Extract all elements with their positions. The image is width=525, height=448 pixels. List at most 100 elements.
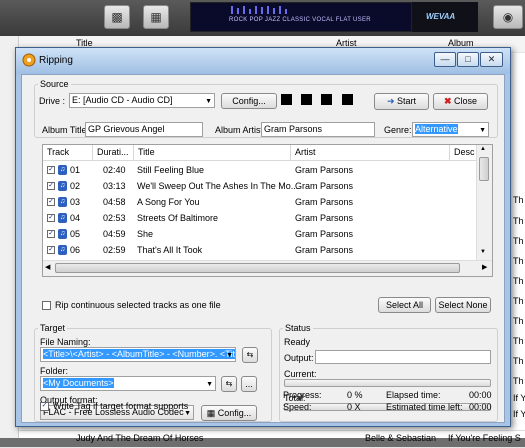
album-title-input[interactable]: GP Grievous Angel [85, 122, 203, 137]
eq-band[interactable] [261, 7, 263, 14]
status-state: Ready [284, 337, 311, 347]
select-none-button[interactable]: Select None [435, 297, 491, 313]
equalizer-panel: ROCK POP JAZZ CLASSIC VOCAL FLAT USER [190, 2, 412, 32]
ellipsis-icon: ... [245, 379, 253, 389]
eq-band[interactable] [237, 8, 239, 14]
eq-band[interactable] [285, 9, 287, 14]
scroll-up-icon[interactable]: ▲ [480, 146, 486, 152]
track-number: 01 [70, 165, 81, 175]
write-tag-label: Write Tag if target format supports [53, 401, 189, 411]
eq-band[interactable] [279, 6, 281, 14]
eq-band[interactable] [243, 6, 245, 14]
track-checkbox[interactable]: ✓ [47, 182, 55, 190]
table-row[interactable]: Judy And The Dream Of Horses Belle & Seb… [0, 430, 525, 448]
output-label: Output: [284, 353, 314, 363]
track-checkbox[interactable]: ✓ [47, 166, 55, 174]
track-artist: Gram Parsons [295, 181, 354, 191]
track-number: 02 [70, 181, 81, 191]
ripping-dialog: Ripping — □ ✕ Source Drive : E: [Audio C… [15, 47, 511, 427]
window-close-button[interactable]: ✕ [480, 52, 503, 67]
track-row[interactable]: ✓ ♫ 01 02:40 Still Feeling Blue Gram Par… [43, 162, 483, 178]
track-row[interactable]: ✓ ♫ 02 03:13 We'll Sweep Out The Ashes I… [43, 178, 483, 194]
file-naming-select[interactable]: <Title>\<Artist> - <AlbumTitle> - <Numbe… [40, 347, 236, 362]
row-edge: Th [513, 276, 524, 286]
eq-band[interactable] [273, 8, 275, 14]
dialog-titlebar[interactable]: Ripping — □ ✕ [16, 48, 510, 74]
eq-band[interactable] [267, 6, 269, 14]
elapsed-value: 00:00 [469, 390, 492, 400]
album-artist-label: Album Artist: [215, 125, 266, 135]
track-artist: Gram Parsons [295, 165, 354, 175]
eq-band[interactable] [249, 9, 251, 14]
audio-file-icon: ♫ [58, 245, 67, 255]
track-artist: Gram Parsons [295, 229, 354, 239]
tracks-horizontal-scrollbar[interactable]: ◀ ▶ [43, 260, 492, 276]
track-checkbox[interactable]: ✓ [47, 246, 55, 254]
track-title: Streets Of Baltimore [137, 213, 219, 223]
audio-file-icon: ♫ [58, 165, 67, 175]
browse-folder-button[interactable]: ... [241, 376, 257, 392]
eq-band[interactable] [255, 6, 257, 14]
scroll-left-icon[interactable]: ◀ [45, 263, 50, 271]
row-artist: Belle & Sebastian [365, 433, 437, 443]
album-artist-input[interactable]: Gram Parsons [261, 122, 375, 137]
track-row[interactable]: ✓ ♫ 04 02:53 Streets Of Baltimore Gram P… [43, 210, 483, 226]
column-header-duration[interactable]: Durati... [93, 145, 134, 161]
write-tag-checkbox[interactable]: ✓ [40, 402, 49, 411]
toolbar-headphones-button[interactable]: ◉ [493, 5, 523, 29]
track-checkbox[interactable]: ✓ [47, 214, 55, 222]
column-header-title[interactable]: Title [134, 145, 291, 161]
minimize-button[interactable]: — [434, 52, 456, 67]
track-checkbox[interactable]: ✓ [47, 230, 55, 238]
eq-band[interactable] [231, 6, 233, 14]
tracks-table[interactable]: Track Durati... Title Artist Desc ✓ ♫ 01… [42, 144, 493, 277]
device-icon: ▦ [150, 10, 162, 24]
drive-select[interactable]: E: [Audio CD - Audio CD] ▼ [69, 93, 215, 108]
eq-logo-text: WEVAA [426, 12, 456, 21]
sliders-icon: ▩ [111, 10, 123, 24]
maximize-button[interactable]: □ [457, 52, 479, 67]
track-row[interactable]: ✓ ♫ 06 02:59 That's All It Took Gram Par… [43, 242, 483, 258]
chevron-down-icon: ▼ [479, 127, 486, 134]
folder-options-button[interactable]: ⇆ [221, 376, 237, 392]
genre-select[interactable]: Alternative ▼ [412, 122, 489, 137]
column-header-artist[interactable]: Artist [291, 145, 450, 161]
audio-file-icon: ♫ [58, 197, 67, 207]
eq-preset-list[interactable]: ROCK POP JAZZ CLASSIC VOCAL FLAT USER [229, 17, 371, 23]
scrollbar-thumb[interactable] [55, 263, 460, 273]
rip-continuous-checkbox[interactable] [42, 301, 51, 310]
tracks-vertical-scrollbar[interactable]: ▲ ▼ [476, 145, 492, 261]
audio-file-icon: ♫ [58, 229, 67, 239]
select-all-button[interactable]: Select All [378, 297, 431, 313]
scroll-right-icon[interactable]: ▶ [482, 263, 487, 271]
column-header-track[interactable]: Track [43, 145, 93, 161]
format-config-label: Config... [217, 408, 252, 418]
drive-value: E: [Audio CD - Audio CD] [72, 95, 173, 105]
row-edge: Th [513, 216, 524, 226]
row-edge: If You're Feeling S [513, 393, 525, 403]
scrollbar-thumb[interactable] [479, 157, 489, 181]
drive-label: Drive : [39, 96, 66, 106]
toolbar-calculator-button[interactable]: ▦ [143, 5, 169, 29]
track-row[interactable]: ✓ ♫ 03 04:58 A Song For You Gram Parsons [43, 194, 483, 210]
track-duration: 02:40 [103, 165, 126, 175]
elapsed-label: Elapsed time: [386, 390, 441, 400]
toolbar-ripper-button[interactable]: ▩ [104, 5, 130, 29]
track-title: A Song For You [137, 197, 200, 207]
format-config-button[interactable]: ▦ Config... [201, 405, 257, 421]
close-button[interactable]: ✖ Close [433, 93, 488, 110]
drive-config-button[interactable]: Config... [221, 93, 277, 109]
file-naming-options-button[interactable]: ⇆ [242, 347, 258, 363]
track-artist: Gram Parsons [295, 213, 354, 223]
close-icon: ✖ [443, 96, 452, 106]
track-row[interactable]: ✓ ♫ 05 04:59 She Gram Parsons [43, 226, 483, 242]
drive-indicator [342, 94, 353, 105]
track-number: 06 [70, 245, 81, 255]
rip-continuous-label: Rip continuous selected tracks as one fi… [55, 300, 221, 310]
start-button[interactable]: ➜ Start [374, 93, 429, 110]
track-checkbox[interactable]: ✓ [47, 198, 55, 206]
folder-select[interactable]: <My Documents> ▼ [40, 376, 216, 391]
arrow-right-icon: ➜ [386, 96, 395, 106]
row-edge: Th [513, 236, 524, 246]
scroll-down-icon[interactable]: ▼ [480, 249, 486, 255]
